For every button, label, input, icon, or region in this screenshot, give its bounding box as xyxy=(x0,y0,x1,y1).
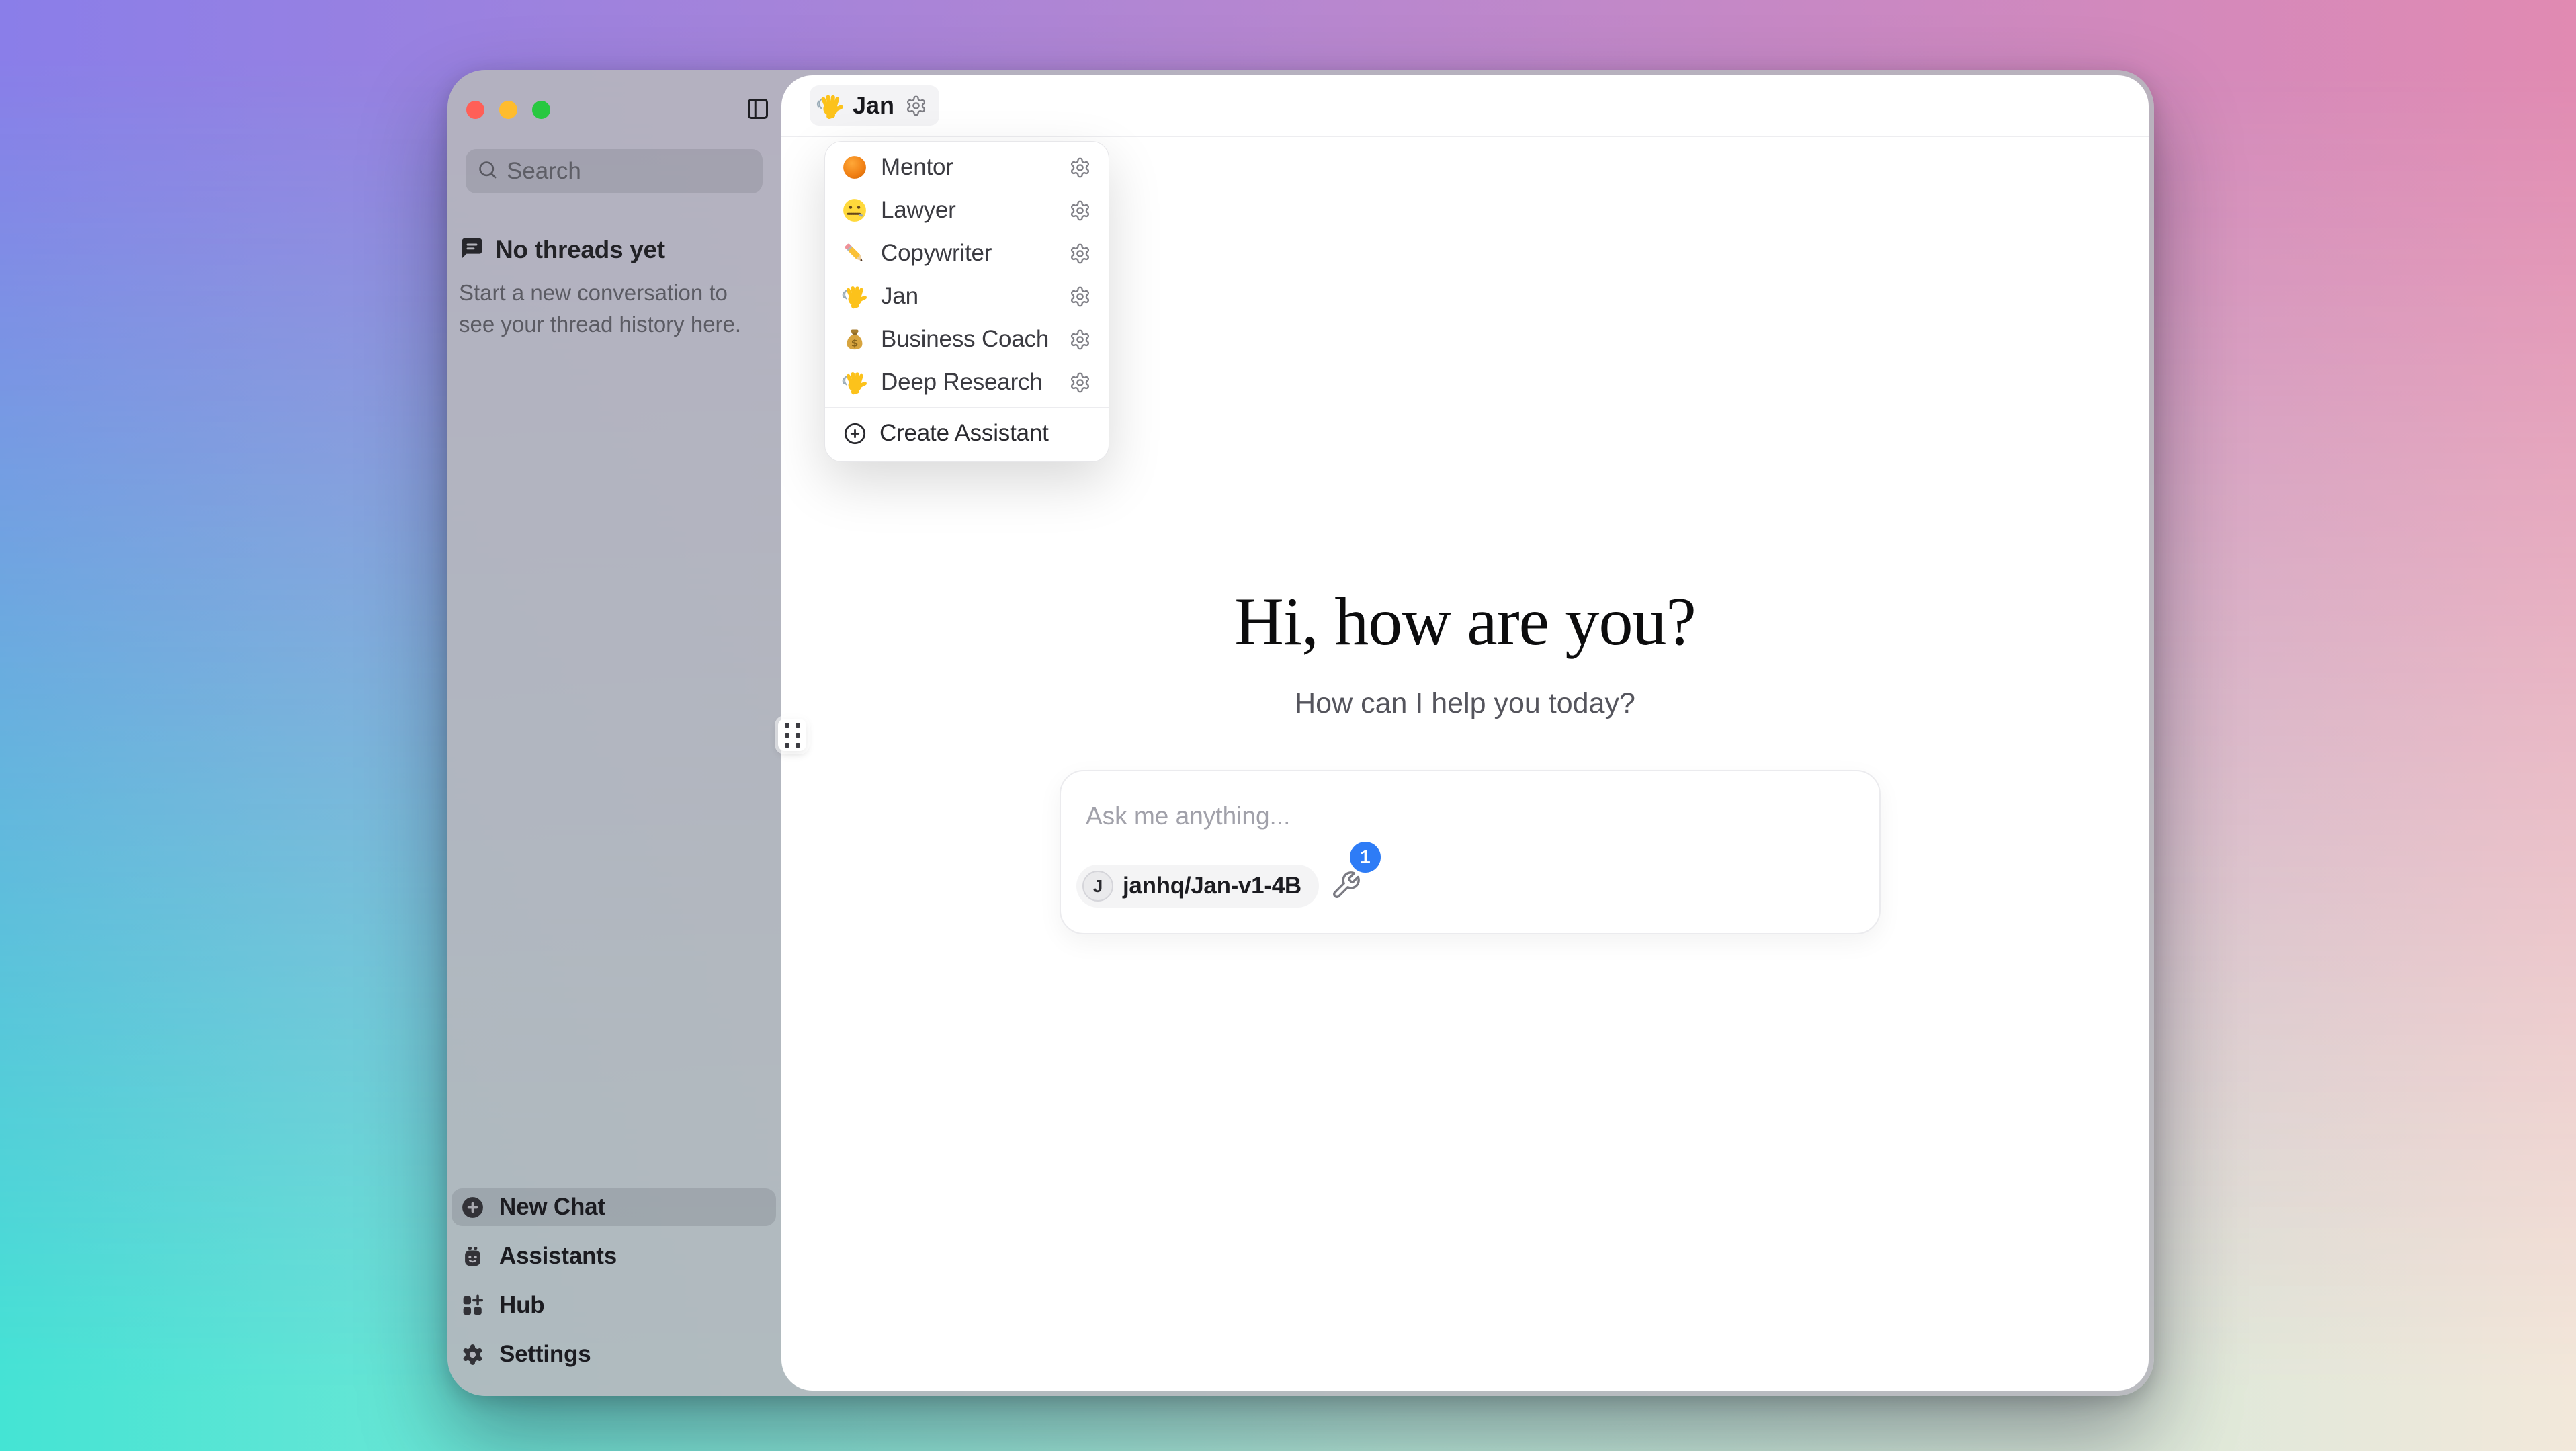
assistant-settings-gear-icon[interactable] xyxy=(905,95,927,117)
empty-state-description: Start a new conversation to see your thr… xyxy=(459,277,763,340)
panel-left-icon xyxy=(746,113,770,123)
assistant-selector-button[interactable]: Jan xyxy=(810,85,939,126)
sidebar-item-hub[interactable]: Hub xyxy=(452,1286,776,1324)
message-input[interactable]: Ask me anything... xyxy=(1086,802,1290,830)
assistant-item-copywriter[interactable]: Copywriter xyxy=(825,232,1109,275)
assistant-settings-button[interactable] xyxy=(1069,371,1091,394)
sidebar-nav: New Chat Assistants Hub Settings xyxy=(452,1188,776,1373)
robot-icon xyxy=(460,1244,485,1269)
sidebar-toggle-button[interactable] xyxy=(746,97,770,121)
assistant-settings-button[interactable] xyxy=(1069,285,1091,308)
tools-badge: 1 xyxy=(1350,842,1381,873)
sidebar-item-assistants[interactable]: Assistants xyxy=(452,1237,776,1275)
menu-divider xyxy=(825,407,1109,408)
pencil-emoji xyxy=(841,239,869,267)
sidebar: Search No threads yet Start a new conver… xyxy=(447,70,781,1396)
sidebar-item-label: Hub xyxy=(499,1292,544,1319)
tools-button[interactable]: 1 xyxy=(1330,870,1362,902)
assistant-item-label: Deep Research xyxy=(881,369,1057,396)
sidebar-item-label: New Chat xyxy=(499,1194,605,1221)
sidebar-resize-handle[interactable] xyxy=(778,719,806,751)
assistant-item-label: Jan xyxy=(881,283,1057,310)
window-controls xyxy=(466,101,550,119)
assistant-item-lawyer[interactable]: Lawyer xyxy=(825,189,1109,232)
wrench-icon xyxy=(1330,870,1361,901)
assistant-settings-button[interactable] xyxy=(1069,328,1091,351)
wave-emoji xyxy=(841,368,869,396)
wave-emoji xyxy=(841,282,869,310)
composer: Ask me anything... J janhq/Jan-v1-4B 1 xyxy=(1060,770,1881,934)
assistant-item-label: Lawyer xyxy=(881,197,1057,224)
search-icon xyxy=(477,159,498,183)
assistant-item-jan[interactable]: Jan xyxy=(825,275,1109,318)
assistant-settings-button[interactable] xyxy=(1069,157,1091,179)
assistant-menu: Mentor Lawyer Copywriter Jan $ Business Coach… xyxy=(824,141,1109,462)
search-placeholder: Search xyxy=(507,158,581,185)
hub-grid-icon xyxy=(460,1293,485,1318)
app-window: Search No threads yet Start a new conver… xyxy=(447,70,2154,1396)
minimize-button[interactable] xyxy=(499,101,517,119)
model-selector-button[interactable]: J janhq/Jan-v1-4B xyxy=(1076,865,1319,908)
titlebar: Jan xyxy=(781,75,2149,137)
zoom-button[interactable] xyxy=(532,101,550,119)
create-assistant-button[interactable]: Create Assistant xyxy=(825,412,1109,455)
greeting-heading: Hi, how are you? xyxy=(781,586,2149,658)
svg-text:$: $ xyxy=(851,337,859,349)
assistant-menu-list: Mentor Lawyer Copywriter Jan $ Business Coach… xyxy=(825,146,1109,404)
assistant-item-business-coach[interactable]: $ Business Coach xyxy=(825,318,1109,361)
model-avatar: J xyxy=(1082,871,1113,902)
assistant-item-label: Copywriter xyxy=(881,240,1057,267)
main-panel: Jan Mentor Lawyer Copywriter Jan $ Business C… xyxy=(781,75,2149,1391)
assistant-settings-button[interactable] xyxy=(1069,200,1091,222)
circle-plus-filled-icon xyxy=(460,1195,485,1220)
composer-toolbar: J janhq/Jan-v1-4B 1 xyxy=(1076,865,1362,908)
create-assistant-label: Create Assistant xyxy=(879,420,1091,447)
zipper-mouth-emoji xyxy=(841,196,869,224)
money-bag-emoji: $ xyxy=(841,325,869,353)
welcome-section: Hi, how are you? How can I help you toda… xyxy=(781,586,2149,720)
chat-bubble-icon xyxy=(459,235,485,265)
assistant-settings-button[interactable] xyxy=(1069,243,1091,265)
wave-emoji xyxy=(815,91,845,121)
close-button[interactable] xyxy=(466,101,484,119)
assistant-item-mentor[interactable]: Mentor xyxy=(825,146,1109,189)
gear-filled-icon xyxy=(460,1342,485,1367)
sidebar-item-new-chat[interactable]: New Chat xyxy=(452,1188,776,1226)
sidebar-item-label: Assistants xyxy=(499,1243,617,1270)
empty-state-header: No threads yet xyxy=(459,235,665,265)
orange-circle-emoji xyxy=(841,153,869,181)
greeting-subtitle: How can I help you today? xyxy=(781,687,2149,720)
circle-plus-outline-icon xyxy=(843,421,867,446)
sidebar-item-settings[interactable]: Settings xyxy=(452,1335,776,1373)
assistant-item-deep-research[interactable]: Deep Research xyxy=(825,361,1109,404)
assistant-name: Jan xyxy=(853,91,894,120)
assistant-item-label: Mentor xyxy=(881,154,1057,181)
model-name: janhq/Jan-v1-4B xyxy=(1123,873,1301,899)
search-input[interactable]: Search xyxy=(466,149,763,193)
empty-state-title: No threads yet xyxy=(495,236,665,264)
sidebar-item-label: Settings xyxy=(499,1341,591,1368)
assistant-item-label: Business Coach xyxy=(881,326,1057,353)
